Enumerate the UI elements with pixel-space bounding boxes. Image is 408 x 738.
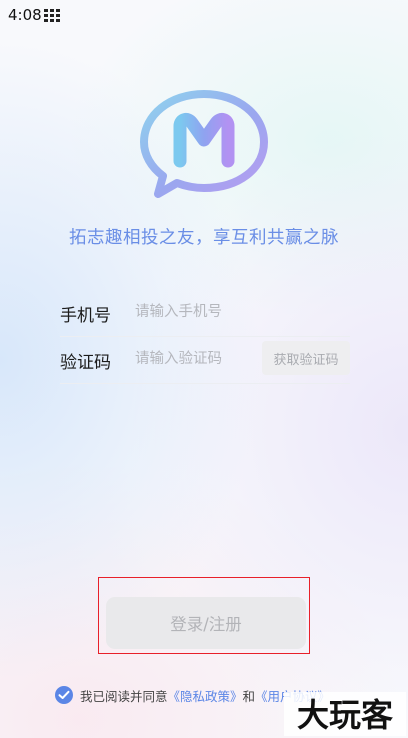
agreement-and: 和	[242, 688, 256, 704]
phone-row: 手机号	[60, 290, 350, 337]
check-icon	[58, 690, 70, 699]
login-register-button[interactable]: 登录/注册	[106, 597, 306, 649]
get-code-button[interactable]: 获取验证码	[262, 341, 350, 375]
phone-input[interactable]	[135, 299, 265, 325]
agreement-checkbox[interactable]	[55, 686, 73, 704]
app-grid-icon	[44, 9, 60, 23]
status-time: 4:08	[8, 6, 42, 24]
phone-label: 手机号	[60, 306, 111, 326]
code-label: 验证码	[60, 353, 111, 373]
privacy-policy-link[interactable]: 《隐私政策》	[168, 686, 243, 705]
code-row: 验证码 获取验证码	[60, 337, 350, 384]
slogan: 拓志趣相投之友，享互利共赢之脉	[69, 228, 339, 248]
status-bar: 4:08	[0, 0, 408, 30]
svg-text:大玩客: 大玩客	[297, 696, 393, 734]
agreement-prefix: 我已阅读并同意	[80, 688, 168, 704]
watermark-logo: 大玩客	[284, 692, 406, 736]
code-input[interactable]	[135, 346, 265, 372]
app-logo-icon	[140, 90, 268, 198]
